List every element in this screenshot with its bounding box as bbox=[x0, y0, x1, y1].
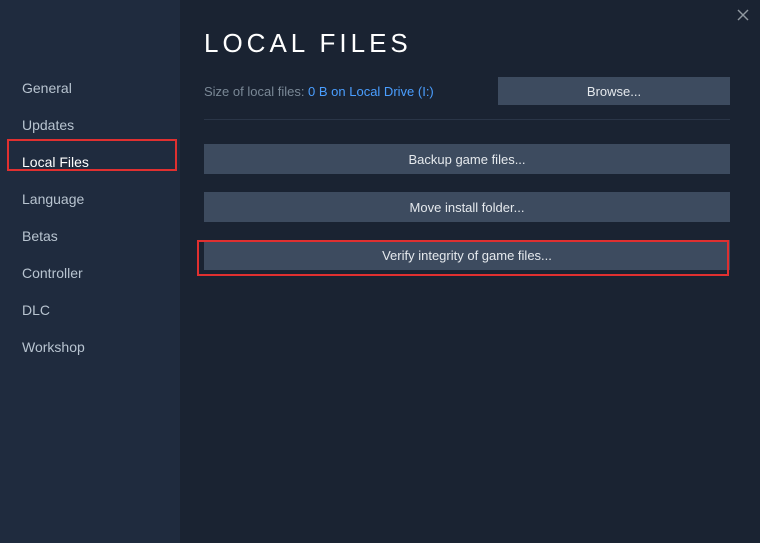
sidebar-item-label: Workshop bbox=[22, 339, 85, 355]
local-files-size-label: Size of local files: 0 B on Local Drive … bbox=[204, 84, 434, 99]
sidebar-item-label: Betas bbox=[22, 228, 58, 244]
sidebar-item-label: Local Files bbox=[22, 154, 89, 170]
size-label-text: Size of local files: bbox=[204, 84, 308, 99]
verify-integrity-button[interactable]: Verify integrity of game files... bbox=[204, 240, 730, 270]
sidebar-item-label: Controller bbox=[22, 265, 83, 281]
divider bbox=[204, 119, 730, 120]
sidebar-item-label: Updates bbox=[22, 117, 74, 133]
move-install-folder-button[interactable]: Move install folder... bbox=[204, 192, 730, 222]
browse-button[interactable]: Browse... bbox=[498, 77, 730, 105]
sidebar-item-label: Language bbox=[22, 191, 84, 207]
sidebar-item-label: General bbox=[22, 80, 72, 96]
sidebar-item-local-files[interactable]: Local Files bbox=[0, 146, 180, 178]
sidebar-item-label: DLC bbox=[22, 302, 50, 318]
sidebar-item-betas[interactable]: Betas bbox=[0, 220, 180, 252]
sidebar: General Updates Local Files Language Bet… bbox=[0, 0, 180, 543]
button-label: Verify integrity of game files... bbox=[382, 248, 552, 263]
page-title: LOCAL FILES bbox=[204, 28, 730, 59]
sidebar-item-general[interactable]: General bbox=[0, 72, 180, 104]
local-drive-link[interactable]: 0 B on Local Drive (I:) bbox=[308, 84, 434, 99]
content-pane: LOCAL FILES Size of local files: 0 B on … bbox=[180, 0, 760, 543]
sidebar-item-updates[interactable]: Updates bbox=[0, 109, 180, 141]
button-label: Move install folder... bbox=[410, 200, 525, 215]
sidebar-item-dlc[interactable]: DLC bbox=[0, 294, 180, 326]
button-label: Backup game files... bbox=[408, 152, 525, 167]
sidebar-item-language[interactable]: Language bbox=[0, 183, 180, 215]
close-icon[interactable] bbox=[734, 6, 752, 24]
button-label: Browse... bbox=[587, 84, 641, 99]
backup-game-files-button[interactable]: Backup game files... bbox=[204, 144, 730, 174]
sidebar-item-workshop[interactable]: Workshop bbox=[0, 331, 180, 363]
sidebar-item-controller[interactable]: Controller bbox=[0, 257, 180, 289]
